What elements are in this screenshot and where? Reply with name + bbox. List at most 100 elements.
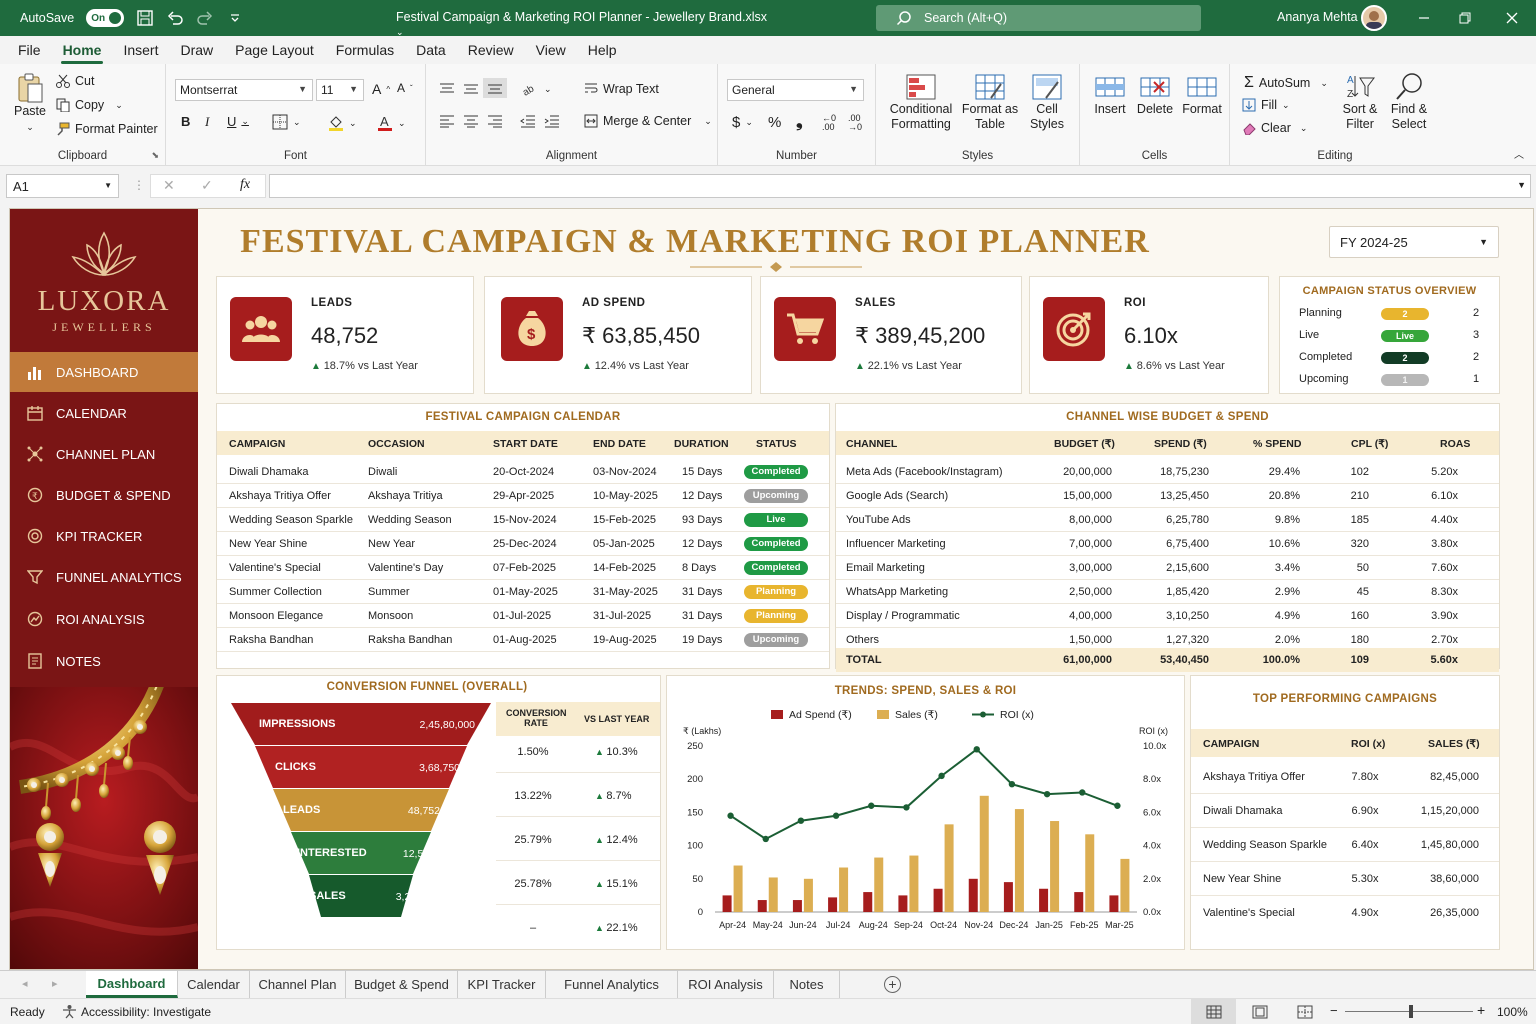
enter-icon[interactable]: ✓ [201,177,213,194]
table-row[interactable]: Wedding Season Sparkle 6.40x 1,45,80,000 [1191,828,1499,862]
nav-kpi-tracker[interactable]: KPI TRACKER [10,516,198,556]
cancel-icon[interactable]: ✕ [163,177,175,194]
find-select-button[interactable]: Find & Select [1384,72,1434,132]
autosum-button[interactable]: Σ AutoSum ⌄ [1244,74,1328,92]
dialog-launcher-icon[interactable]: ⬊ [151,150,159,161]
conditional-formatting-button[interactable]: Conditional Formatting [884,74,958,132]
table-row[interactable]: Google Ads (Search) 15,00,000 13,25,450 20.… [836,484,1499,508]
tab-draw[interactable]: Draw [180,42,213,64]
fill-color-icon[interactable]: ⌄ [328,114,357,132]
clear-button[interactable]: Clear ⌄ [1242,121,1307,135]
tab-help[interactable]: Help [588,42,617,64]
table-row[interactable]: New Year Shine 5.30x 38,60,000 [1191,862,1499,896]
table-row[interactable]: Diwali Dhamaka 6.90x 1,15,20,000 [1191,794,1499,828]
cell-styles-button[interactable]: Cell Styles [1022,74,1072,132]
sheet-tab-kpi-tracker[interactable]: KPI Tracker [458,971,546,998]
page-layout-icon[interactable] [1252,1005,1268,1019]
zoom-level[interactable]: 100% [1497,1005,1528,1019]
align-center-icon[interactable] [463,114,479,128]
table-row[interactable]: WhatsApp Marketing 2,50,000 1,85,420 2.9% 45… [836,580,1499,604]
table-row[interactable]: Email Marketing 3,00,000 2,15,600 3.4% 50 7.6… [836,556,1499,580]
copy-button[interactable]: Copy ⌄ [56,98,123,112]
undo-icon[interactable] [166,9,184,27]
redo-icon[interactable] [196,9,214,27]
align-left-icon[interactable] [439,114,455,128]
user-name[interactable]: Ananya Mehta [1277,10,1358,24]
bold-icon[interactable]: B [181,114,190,129]
insert-function-icon[interactable]: fx [240,177,250,193]
decrease-indent-icon[interactable] [520,114,536,128]
tab-view[interactable]: View [536,42,566,64]
avatar[interactable] [1361,5,1387,31]
sheet-tab-notes[interactable]: Notes [774,971,840,998]
save-icon[interactable] [136,9,154,27]
sheet-tab-calendar[interactable]: Calendar [178,971,250,998]
currency-icon[interactable]: $ ⌄ [732,114,753,131]
tab-file[interactable]: File [18,42,41,64]
table-row[interactable]: Influencer Marketing 7,00,000 6,75,400 10.6… [836,532,1499,556]
table-row[interactable]: Valentine's Special Valentine's Day 07-Feb… [217,556,829,580]
tab-page-layout[interactable]: Page Layout [235,42,314,64]
increase-decimal-icon[interactable]: ←0.00 [822,114,836,132]
zoom-in-icon[interactable]: + [1477,1002,1485,1018]
zoom-slider-thumb[interactable] [1409,1005,1413,1018]
table-row[interactable]: Monsoon Elegance Monsoon 01-Jul-2025 31-Jul… [217,604,829,628]
merge-center-button[interactable]: Merge & Center ⌄ [584,114,712,128]
align-top-icon[interactable] [439,82,455,96]
sort-filter-button[interactable]: AZ Sort & Filter [1338,72,1382,132]
nav-calendar[interactable]: CALENDAR [10,393,198,433]
paste-button[interactable]: Paste ⌄ [10,72,50,135]
sheet-tab-funnel-analytics[interactable]: Funnel Analytics [546,971,678,998]
delete-cells-button[interactable]: Delete [1134,74,1176,117]
sheet-tab-budget-spend[interactable]: Budget & Spend [346,971,458,998]
italic-icon[interactable]: I [205,114,209,130]
table-row[interactable]: Wedding Season Sparkle Wedding Season 15-N… [217,508,829,532]
fiscal-year-select[interactable]: FY 2024-25 ▼ [1329,226,1499,258]
close-icon[interactable] [1488,0,1536,36]
grow-font-icon[interactable]: A ^ [372,81,390,97]
tab-formulas[interactable]: Formulas [336,42,394,64]
table-row[interactable]: Akshaya Tritiya Offer Akshaya Tritiya 29-A… [217,484,829,508]
scroll-right-icon[interactable]: ▸ [52,977,58,990]
nav-channel-plan[interactable]: CHANNEL PLAN [10,434,198,474]
align-bottom-icon[interactable] [483,78,507,98]
name-box[interactable]: A1 ▼ [6,174,119,198]
table-row[interactable]: New Year Shine New Year 25-Dec-2024 05-Jan-… [217,532,829,556]
tab-review[interactable]: Review [468,42,514,64]
table-row[interactable]: Valentine's Special 4.90x 26,35,000 [1191,896,1499,930]
decrease-decimal-icon[interactable]: .00 →0 [848,114,862,132]
page-break-icon[interactable] [1297,1005,1313,1019]
accessibility-status[interactable]: Accessibility: Investigate [81,1005,211,1019]
underline-icon[interactable]: U ⌄ [227,114,249,129]
format-cells-button[interactable]: Format [1180,74,1224,117]
format-painter-button[interactable]: Format Painter [56,122,158,136]
add-sheet-icon[interactable]: + [884,976,901,993]
table-row[interactable]: YouTube Ads 8,00,000 6,25,780 9.8% 185 4.40x [836,508,1499,532]
sheet-tab-roi-analysis[interactable]: ROI Analysis [678,971,774,998]
align-right-icon[interactable] [487,114,503,128]
cut-button[interactable]: Cut [56,74,94,88]
table-row[interactable]: Diwali Dhamaka Diwali 20-Oct-2024 03-Nov-20… [217,460,829,484]
font-color-icon[interactable]: A ⌄ [377,114,406,132]
table-row[interactable]: Akshaya Tritiya Offer 7.80x 82,45,000 [1191,760,1499,794]
format-as-table-button[interactable]: Format as Table [960,74,1020,132]
table-row[interactable]: Summer Collection Summer 01-May-2025 31-May… [217,580,829,604]
comma-style-icon[interactable]: ❟ [796,112,803,132]
nav-notes[interactable]: NOTES [10,641,198,681]
nav-budget-spend[interactable]: ₹ BUDGET & SPEND [10,475,198,515]
total-row[interactable]: TOTAL 61,00,000 53,40,450 100.0% 109 5.60x [836,648,1499,672]
table-row[interactable]: Raksha Bandhan Raksha Bandhan 01-Aug-2025 1… [217,628,829,652]
nav-funnel-analytics[interactable]: FUNNEL ANALYTICS [10,557,198,597]
search-box[interactable]: Search (Alt+Q) [876,5,1201,31]
restore-icon[interactable] [1441,0,1489,36]
normal-view-icon[interactable] [1191,999,1236,1024]
expand-formula-icon[interactable]: ▼ [1517,180,1526,190]
sheet-tab-channel-plan[interactable]: Channel Plan [250,971,346,998]
percent-icon[interactable]: % [768,114,781,131]
table-row[interactable]: Display / Programmatic 4,00,000 3,10,250 4.… [836,604,1499,628]
tab-data[interactable]: Data [416,42,446,64]
autosave-toggle[interactable]: On [86,9,125,27]
font-size-select[interactable]: 11 ▼ [316,79,364,101]
formula-input[interactable] [269,174,1531,198]
orientation-icon[interactable]: ab ⌄ [521,81,552,97]
